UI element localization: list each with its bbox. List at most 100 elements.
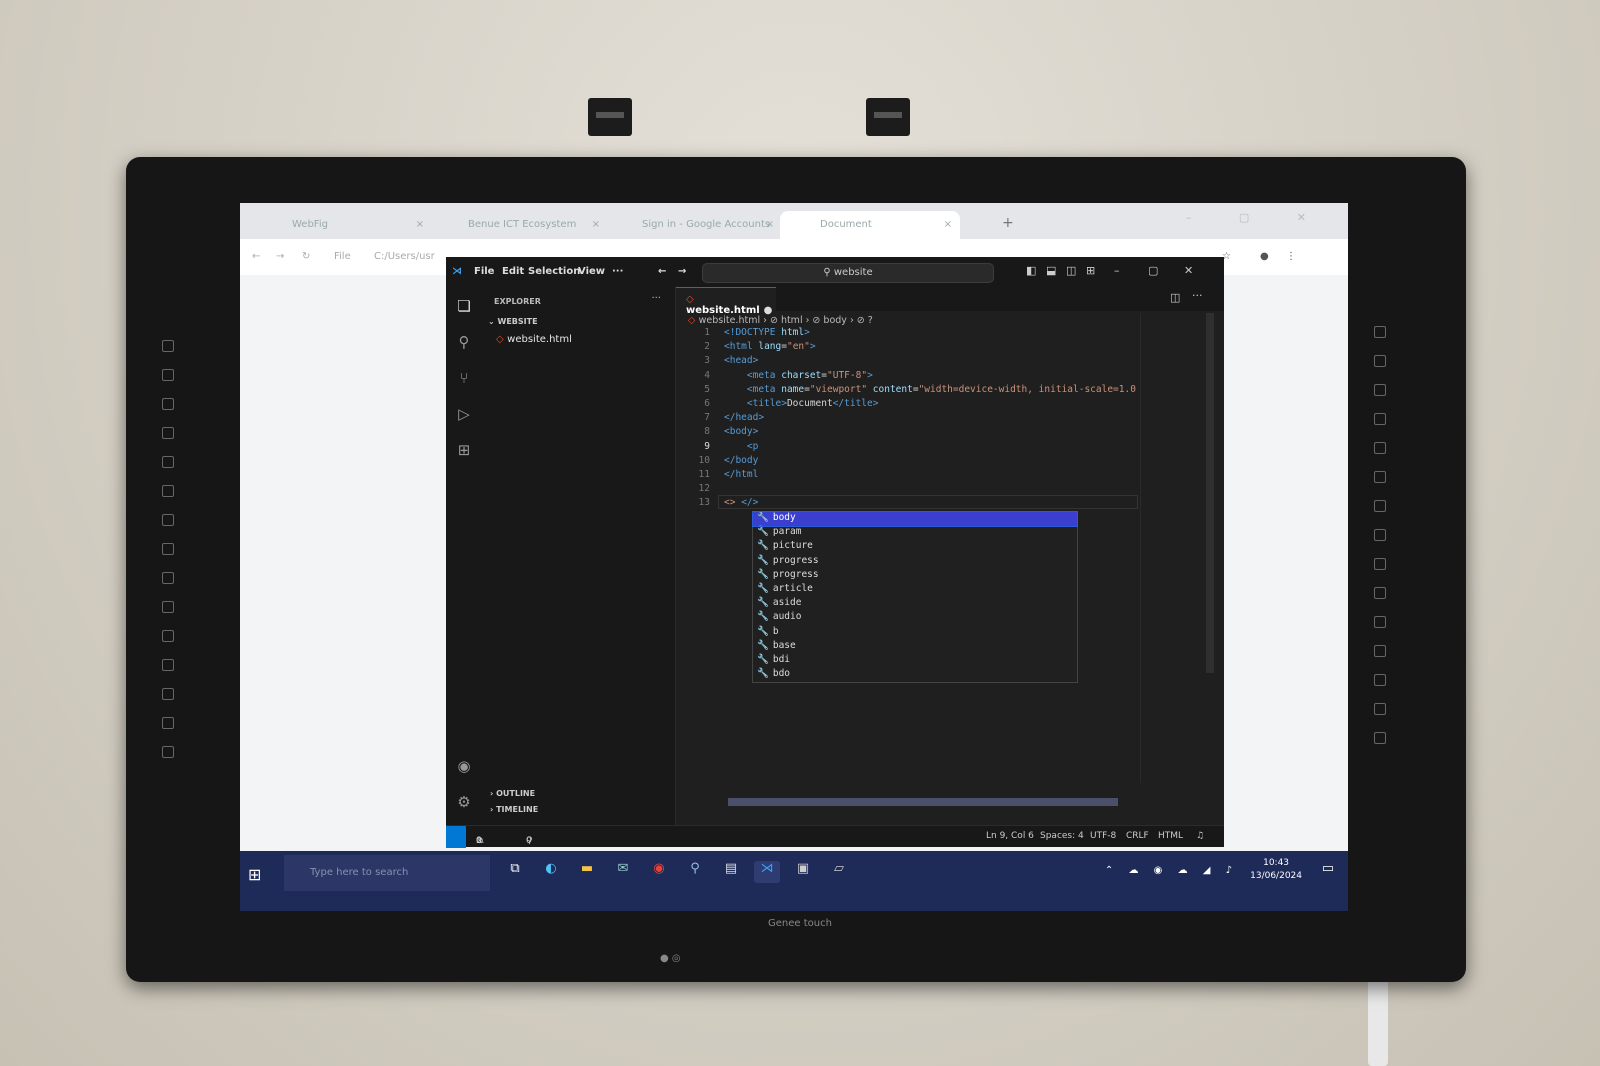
layout-sidebar-icon[interactable]: ◧ — [1026, 264, 1036, 277]
code-line[interactable]: <title>Document</title> — [724, 398, 879, 409]
mail-icon[interactable]: ✉ — [610, 861, 636, 883]
new-tab-button[interactable]: + — [1002, 215, 1014, 231]
encoding[interactable]: UTF-8 — [1090, 831, 1116, 841]
browser-tab[interactable]: WebFig × — [252, 211, 432, 239]
code-line[interactable]: <head> — [724, 355, 758, 366]
code-line[interactable]: </html — [724, 469, 758, 480]
code-line[interactable]: <p — [724, 441, 758, 452]
settings-gear-icon[interactable]: ⚙ — [454, 793, 474, 813]
browser-window-controls[interactable]: – ▢ ✕ — [1186, 211, 1328, 224]
code-line[interactable]: <> </> — [724, 497, 758, 508]
remote-indicator[interactable] — [446, 826, 466, 848]
reload-icon[interactable]: ↻ — [302, 251, 310, 262]
close-window-icon[interactable]: ✕ — [1184, 264, 1193, 277]
suggestion-item[interactable]: 🔧 bdi — [753, 654, 1077, 668]
suggestion-item[interactable]: 🔧 audio — [753, 611, 1077, 625]
layout-customize-icon[interactable]: ⊞ — [1086, 264, 1095, 277]
browser-tab[interactable]: Sign in - Google Accounts × — [602, 211, 782, 239]
suggestion-item[interactable]: 🔧 aside — [753, 597, 1077, 611]
line-ending[interactable]: CRLF — [1126, 831, 1149, 841]
search-icon[interactable]: ⚲ — [454, 333, 474, 353]
vertical-scrollbar[interactable] — [1206, 313, 1214, 673]
more-icon[interactable]: ⋮ — [1286, 251, 1296, 262]
split-editor-icon[interactable]: ◫ — [1170, 291, 1180, 304]
task-view-icon[interactable]: ⧉ — [502, 861, 528, 883]
cursor-position[interactable]: Ln 9, Col 6 — [986, 831, 1034, 841]
indentation[interactable]: Spaces: 4 — [1040, 831, 1084, 841]
breadcrumb-body[interactable]: body — [823, 315, 847, 326]
browser-tab[interactable]: Benue ICT Ecosystem × — [428, 211, 608, 239]
suggestion-item[interactable]: 🔧 base — [753, 640, 1077, 654]
menu-selection[interactable]: Selection — [528, 266, 580, 277]
suggestion-item[interactable]: 🔧 bdo — [753, 668, 1077, 682]
suggestion-item[interactable]: 🔧 b — [753, 626, 1077, 640]
nav-back-icon[interactable]: ← — [658, 266, 666, 277]
forward-icon[interactable]: → — [276, 251, 284, 262]
code-line[interactable]: <body> — [724, 426, 758, 437]
code-line[interactable]: <html lang="en"> — [724, 341, 816, 352]
terminal-icon[interactable]: ▣ — [790, 861, 816, 883]
minimize-icon[interactable]: – — [1114, 264, 1120, 277]
code-line[interactable]: <meta charset="UTF-8"> — [724, 370, 873, 381]
address-input[interactable]: C:/Users/usr — [374, 251, 435, 262]
editor-tab-website[interactable]: ◇ website.html ● — [676, 287, 776, 316]
maximize-icon[interactable]: ▢ — [1148, 264, 1158, 277]
suggestion-item[interactable]: 🔧 progress — [753, 555, 1077, 569]
folder-header[interactable]: ⌄ WEBSITE — [488, 317, 538, 326]
explorer-icon[interactable]: ❏ — [454, 297, 474, 317]
file-item-website[interactable]: ◇ website.html — [496, 334, 572, 345]
vscode-taskbar-icon[interactable]: ⋊ — [754, 861, 780, 883]
edge-icon[interactable]: ◐ — [538, 861, 564, 883]
code-line[interactable]: </head> — [724, 412, 764, 423]
system-tray[interactable]: ⌃ ☁ ◉ ☁ ◢ ♪ — [1105, 865, 1238, 876]
minimap[interactable] — [1140, 313, 1208, 783]
timeline-section[interactable]: › TIMELINE — [490, 805, 538, 814]
language-mode[interactable]: HTML — [1158, 831, 1183, 841]
run-debug-icon[interactable]: ▷ — [454, 405, 474, 425]
close-icon[interactable]: × — [766, 219, 774, 230]
chrome-icon[interactable]: ◉ — [646, 861, 672, 883]
code-line[interactable]: <meta name="viewport" content="width=dev… — [724, 384, 1136, 395]
suggestion-item[interactable]: 🔧 article — [753, 583, 1077, 597]
suggestion-widget[interactable]: 🔧 body 🔧 param 🔧 picture 🔧 progress 🔧 progress 🔧 ar… — [752, 510, 1078, 684]
menu-edit[interactable]: Edit — [502, 266, 524, 277]
notifications-icon[interactable]: ▭ — [1322, 861, 1334, 876]
menu-view[interactable]: View — [578, 266, 605, 277]
breadcrumb-html[interactable]: html — [781, 315, 803, 326]
back-icon[interactable]: ← — [252, 251, 260, 262]
taskbar-clock[interactable]: 10:43 13/06/2024 — [1250, 857, 1302, 883]
search-app-icon[interactable]: ⚲ — [682, 861, 708, 883]
suggestion-item[interactable]: 🔧 param — [753, 526, 1077, 540]
layout-secondary-icon[interactable]: ◫ — [1066, 264, 1076, 277]
browser-tab-active[interactable]: Document × — [780, 211, 960, 239]
layout-panel-icon[interactable]: ⬓ — [1046, 264, 1056, 277]
accounts-icon[interactable]: ◉ — [454, 757, 474, 777]
windows-start-icon[interactable]: ⊞ — [248, 865, 270, 887]
store-icon[interactable]: ▤ — [718, 861, 744, 883]
file-explorer-icon[interactable]: ▬ — [574, 861, 600, 883]
close-icon[interactable]: × — [592, 219, 600, 230]
outline-section[interactable]: › OUTLINE — [490, 789, 535, 798]
horizontal-scrollbar[interactable] — [728, 798, 1118, 806]
extensions-icon[interactable]: ⊞ — [454, 441, 474, 461]
close-icon[interactable]: × — [416, 219, 424, 230]
suggestion-item[interactable]: 🔧 progress — [753, 569, 1077, 583]
profile-icon[interactable]: ● — [1260, 251, 1269, 262]
editor-more-icon[interactable]: ··· — [1192, 289, 1203, 302]
suggestion-item[interactable]: 🔧 picture — [753, 540, 1077, 554]
taskbar-search[interactable]: Type here to search — [284, 855, 490, 891]
explorer-more-icon[interactable]: ··· — [651, 293, 661, 304]
nav-forward-icon[interactable]: → — [678, 266, 686, 277]
command-center[interactable]: ⚲ website — [702, 263, 994, 283]
notifications-bell-icon[interactable]: ♫ — [1196, 831, 1204, 841]
breadcrumb-current[interactable]: ? — [868, 315, 873, 326]
breadcrumb-file[interactable]: website.html — [699, 315, 760, 326]
close-icon[interactable]: × — [944, 219, 952, 230]
menu-file[interactable]: File — [474, 266, 494, 277]
source-control-icon[interactable]: ⑂ — [454, 369, 474, 389]
menu-more[interactable]: ··· — [612, 266, 623, 277]
suggestion-item[interactable]: 🔧 body — [752, 510, 1078, 528]
code-line[interactable]: <!DOCTYPE html> — [724, 327, 810, 338]
code-line[interactable]: </body — [724, 455, 758, 466]
notes-icon[interactable]: ▱ — [826, 861, 852, 883]
